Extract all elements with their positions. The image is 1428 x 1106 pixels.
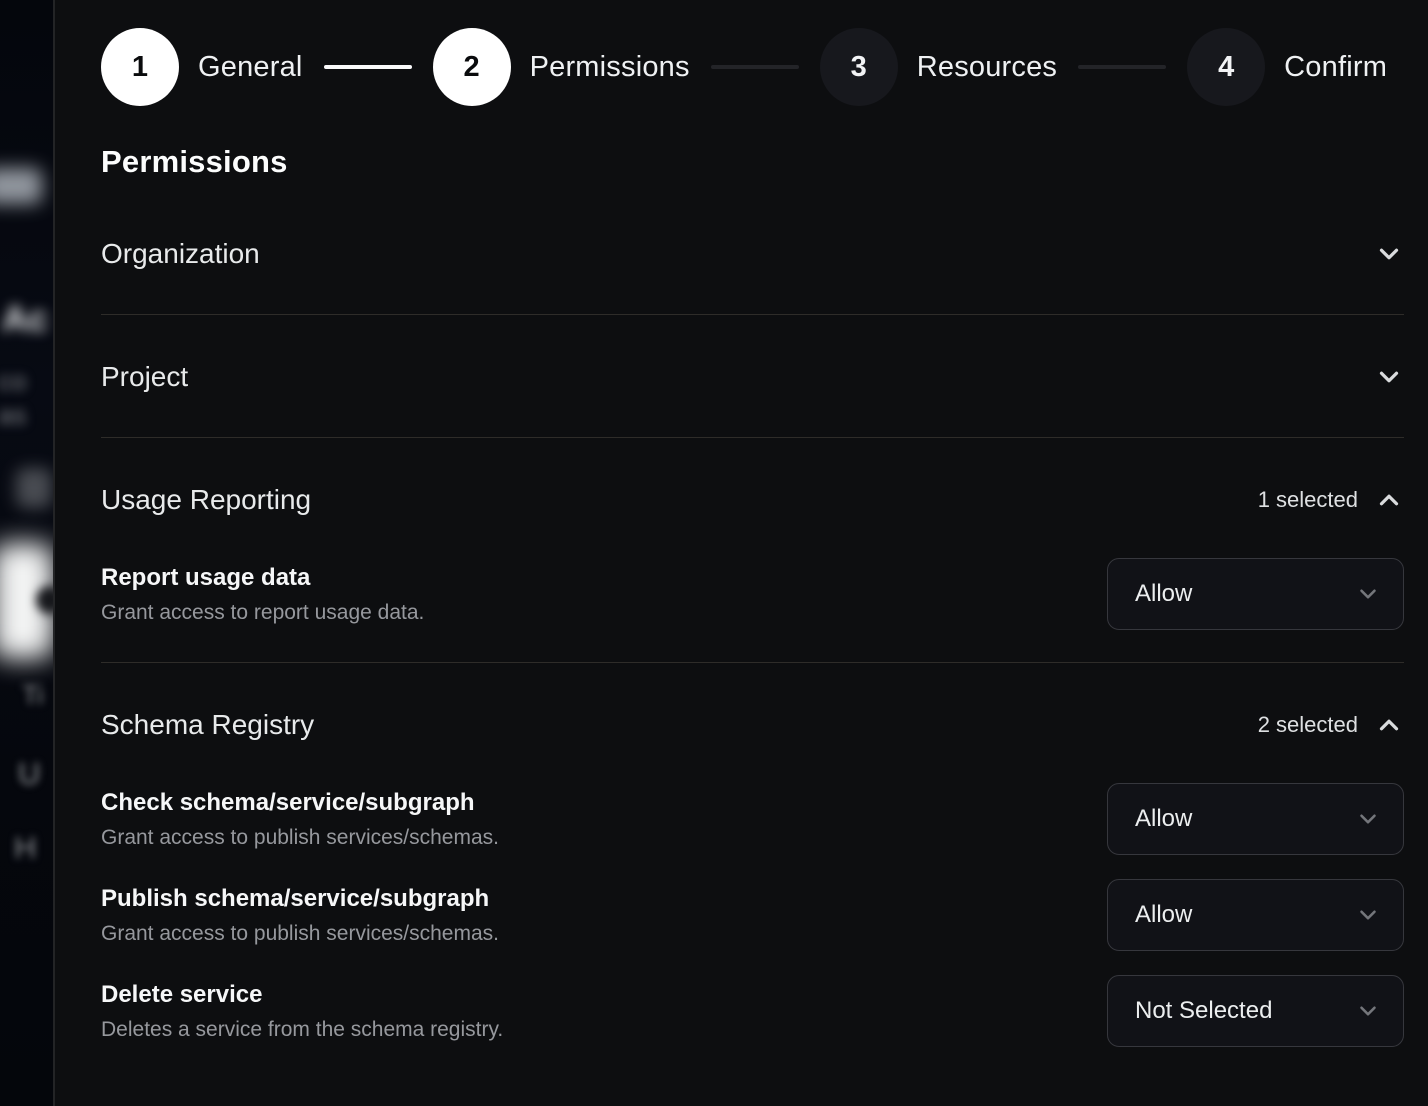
permission-texts: Report usage data Grant access to report … [101, 564, 424, 625]
permission-row: Report usage data Grant access to report … [101, 558, 1404, 630]
blurred-nav-item: H [14, 830, 36, 866]
section-schema-registry: Schema Registry 2 selected Check schema/se… [101, 663, 1404, 1079]
section-header-controls [1374, 239, 1404, 269]
chevron-up-icon [1374, 710, 1404, 740]
permission-name: Publish schema/service/subgraph [101, 885, 499, 913]
permission-name: Check schema/service/subgraph [101, 789, 499, 817]
section-body: Check schema/service/subgraph Grant acces… [101, 783, 1404, 1079]
section-title: Schema Registry [101, 709, 314, 741]
blurred-logo [0, 168, 42, 204]
chevron-down-icon [1355, 806, 1381, 832]
section-project: Project [101, 315, 1404, 438]
permission-description: Grant access to publish services/schemas… [101, 922, 499, 946]
section-header-controls [1374, 362, 1404, 392]
section-header[interactable]: Schema Registry 2 selected [101, 663, 1404, 767]
wizard-stepper: 1 General 2 Permissions 3 Resources 4 Confirm [101, 27, 1404, 107]
permission-select-value: Not Selected [1135, 997, 1272, 1025]
chevron-up-icon [1374, 485, 1404, 515]
section-header[interactable]: Usage Reporting 1 selected [101, 438, 1404, 542]
permission-select[interactable]: Allow [1107, 879, 1404, 951]
selected-count-badge: 1 selected [1258, 487, 1358, 513]
permission-sections: Organization Project Usage Reporting 1 sele… [101, 192, 1404, 1079]
chevron-down-icon [1374, 362, 1404, 392]
blurred-text-fragment: co [0, 366, 27, 397]
step-label: Confirm [1284, 51, 1387, 84]
permission-description: Grant access to report usage data. [101, 601, 424, 625]
section-header[interactable]: Organization [101, 192, 1404, 314]
section-title: Usage Reporting [101, 484, 311, 516]
chevron-down-icon [1374, 239, 1404, 269]
chevron-down-icon [1355, 581, 1381, 607]
section-title: Project [101, 361, 188, 393]
blurred-icon [16, 468, 52, 508]
blurred-text-fragment: as [0, 400, 27, 431]
permission-select-value: Allow [1135, 901, 1192, 929]
stepper-connector [1078, 65, 1166, 69]
permission-texts: Publish schema/service/subgraph Grant acc… [101, 885, 499, 946]
section-body: Report usage data Grant access to report … [101, 558, 1404, 662]
section-header[interactable]: Project [101, 315, 1404, 437]
blurred-nav-item: U [18, 756, 40, 792]
permission-description: Grant access to publish services/schemas… [101, 826, 499, 850]
permission-select[interactable]: Allow [1107, 783, 1404, 855]
section-header-controls: 1 selected [1258, 485, 1404, 515]
permission-select-value: Allow [1135, 580, 1192, 608]
background-page-blurred: Ac co as Ti U H [0, 0, 53, 1106]
section-header-controls: 2 selected [1258, 710, 1404, 740]
chevron-down-icon [1355, 902, 1381, 928]
chevron-down-icon [1355, 998, 1381, 1024]
stepper-step-general[interactable]: 1 General [101, 28, 303, 106]
stepper-step-permissions[interactable]: 2 Permissions [433, 28, 690, 106]
step-label: General [198, 51, 303, 84]
permissions-wizard-panel: 1 General 2 Permissions 3 Resources 4 Confirm P… [55, 0, 1428, 1106]
section-title: Organization [101, 238, 260, 270]
permission-select[interactable]: Allow [1107, 558, 1404, 630]
blurred-nav-item: Ti [22, 680, 44, 711]
stepper-step-resources[interactable]: 3 Resources [820, 28, 1057, 106]
blurred-heading-fragment: Ac [2, 298, 48, 340]
permission-name: Report usage data [101, 564, 424, 592]
step-number-circle: 2 [433, 28, 511, 106]
permission-name: Delete service [101, 981, 503, 1009]
permission-row: Publish schema/service/subgraph Grant acc… [101, 879, 1404, 951]
step-number-circle: 4 [1187, 28, 1265, 106]
section-organization: Organization [101, 192, 1404, 315]
permission-description: Deletes a service from the schema regist… [101, 1018, 503, 1042]
page-title: Permissions [101, 144, 1404, 180]
step-label: Resources [917, 51, 1057, 84]
stepper-step-confirm[interactable]: 4 Confirm [1187, 28, 1387, 106]
permission-texts: Check schema/service/subgraph Grant acces… [101, 789, 499, 850]
permission-select[interactable]: Not Selected [1107, 975, 1404, 1047]
step-label: Permissions [530, 51, 690, 84]
step-number-circle: 3 [820, 28, 898, 106]
selected-count-badge: 2 selected [1258, 712, 1358, 738]
permission-select-value: Allow [1135, 805, 1192, 833]
stepper-connector [324, 65, 412, 69]
step-number-circle: 1 [101, 28, 179, 106]
permission-row: Check schema/service/subgraph Grant acces… [101, 783, 1404, 855]
section-usage-reporting: Usage Reporting 1 selected Report usage da… [101, 438, 1404, 663]
permission-texts: Delete service Deletes a service from the… [101, 981, 503, 1042]
permission-row: Delete service Deletes a service from the… [101, 975, 1404, 1047]
stepper-connector [711, 65, 799, 69]
